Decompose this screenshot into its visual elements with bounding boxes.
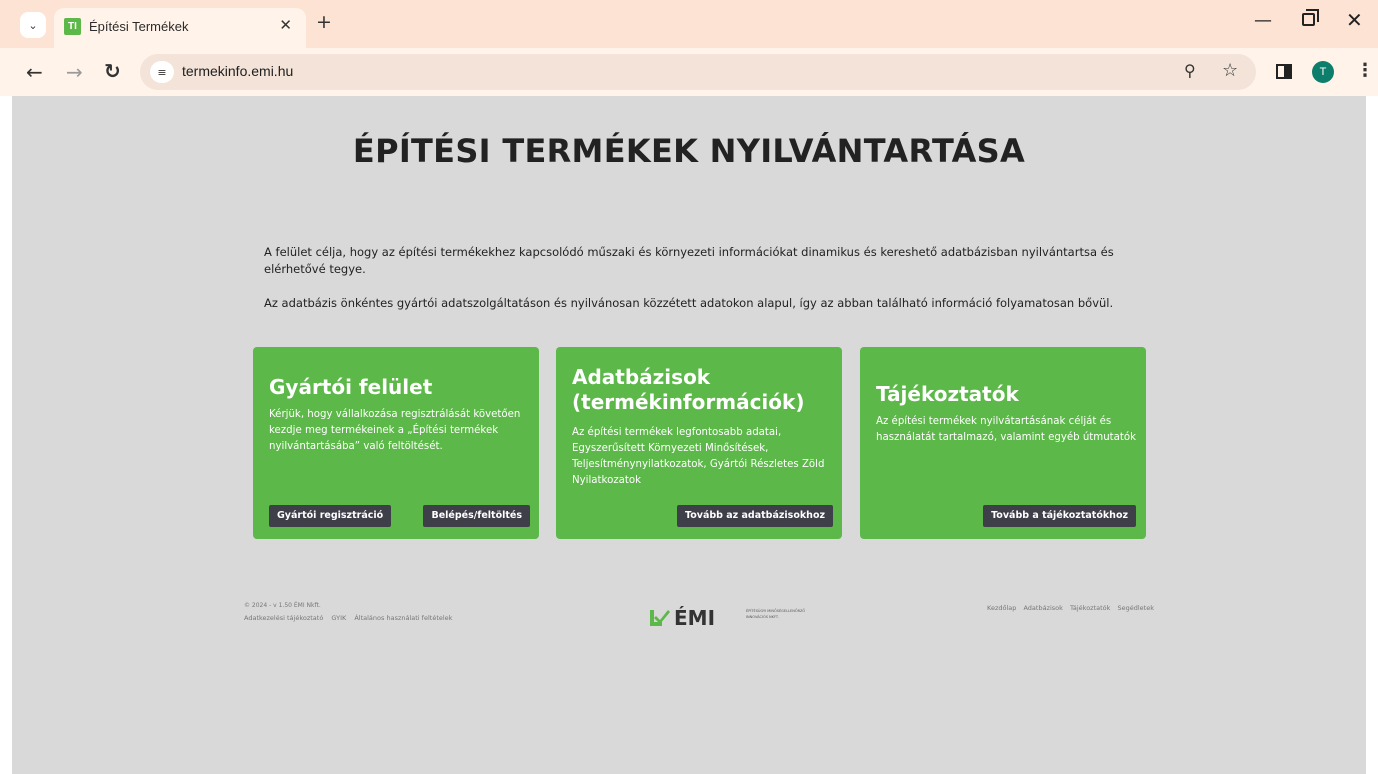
footer-link-databases[interactable]: Adatbázisok xyxy=(1023,604,1062,612)
page-content: ÉPÍTÉSI TERMÉKEK NYILVÁNTARTÁSA A felüle… xyxy=(12,96,1366,774)
avatar[interactable]: T xyxy=(1312,61,1334,83)
minimize-icon[interactable]: — xyxy=(1254,10,1272,31)
zoom-icon[interactable]: ⚲ xyxy=(1184,61,1196,80)
url-text[interactable]: termekinfo.emi.hu xyxy=(182,63,293,79)
footer-link-faq[interactable]: GYIK xyxy=(331,614,346,622)
footer-link-home[interactable]: Kezdőlap xyxy=(987,604,1016,612)
footer-link-resources[interactable]: Segédletek xyxy=(1118,604,1155,612)
footer-links-right: Kezdőlap Adatbázisok Tájékoztatók Segédl… xyxy=(982,604,1154,612)
logo-subtext: ÉPÍTÉSÜGYI MINŐSÉGELLENŐRZŐ INNOVÁCIÓS N… xyxy=(746,609,806,619)
footer-link-guides[interactable]: Tájékoztatók xyxy=(1070,604,1110,612)
site-info-icon[interactable]: ≡ xyxy=(150,61,174,83)
page-title: ÉPÍTÉSI TERMÉKEK NYILVÁNTARTÁSA xyxy=(352,132,1026,170)
footer-link-privacy[interactable]: Adatkezelési tájékoztató xyxy=(244,614,323,622)
card-title: Adatbázisok (termékinformációk) xyxy=(572,365,805,414)
intro-paragraph-purpose: A felület célja, hogy az építési terméke… xyxy=(264,245,1114,276)
card-title: Tájékoztatók xyxy=(876,382,1019,406)
star-icon[interactable]: ☆ xyxy=(1222,60,1238,81)
browser-tab[interactable]: TI Építési Termékek ✕ xyxy=(54,8,306,48)
emi-logo: ÉMI ÉPÍTÉSÜGYI MINŐSÉGELLENŐRZŐ INNOVÁCI… xyxy=(648,606,805,632)
side-panel-icon[interactable] xyxy=(1276,64,1292,79)
window-close-icon[interactable]: ✕ xyxy=(1346,10,1363,30)
copyright-text: © 2024 - v 1.50 ÉMI Nkft. xyxy=(244,602,321,609)
go-to-databases-button[interactable]: Tovább az adatbázisokhoz xyxy=(677,505,833,527)
card-guides: Tájékoztatók Az építési termékek nyilvát… xyxy=(860,347,1146,539)
address-bar[interactable]: ≡ termekinfo.emi.hu ⚲ ☆ xyxy=(140,54,1256,90)
manufacturer-registration-button[interactable]: Gyártói regisztráció xyxy=(269,505,392,527)
tab-list-icon[interactable]: ⌄ xyxy=(20,12,46,38)
card-title: Gyártói felület xyxy=(269,375,433,399)
browser-toolbar: ← → ↻ ≡ termekinfo.emi.hu ⚲ ☆ T ⋮ xyxy=(0,48,1378,96)
footer-link-terms[interactable]: Általános használati feltételek xyxy=(354,614,452,622)
tab-favicon: TI xyxy=(64,18,81,35)
login-upload-button[interactable]: Belépés/feltöltés xyxy=(423,505,530,527)
logo-wordmark: ÉMI xyxy=(674,606,715,628)
browser-tab-bar: ⌄ TI Építési Termékek ✕ + — ✕ xyxy=(0,0,1378,48)
close-icon[interactable]: ✕ xyxy=(279,16,292,34)
card-text: Kérjük, hogy vállalkozása regisztrálását… xyxy=(269,409,521,452)
intro-paragraph-source: Az adatbázis önkéntes gyártói adatszolgá… xyxy=(264,296,1114,310)
plus-icon[interactable]: + xyxy=(316,12,332,32)
card-text: Az építési termékek legfontosabb adatai,… xyxy=(572,427,825,486)
tab-title: Építési Termékek xyxy=(89,19,189,34)
card-text: Az építési termékek nyilvátartásának cél… xyxy=(876,416,1137,443)
footer-links-left: Adatkezelési tájékoztató GYIK Általános … xyxy=(244,614,458,622)
go-to-guides-button[interactable]: Tovább a tájékoztatókhoz xyxy=(983,505,1136,527)
menu-icon[interactable]: ⋮ xyxy=(1356,60,1374,81)
emi-logo-mark: ÉMI xyxy=(650,606,715,630)
card-manufacturer: Gyártói felület Kérjük, hogy vállalkozás… xyxy=(253,347,539,539)
back-icon[interactable]: ← xyxy=(26,60,43,84)
reload-icon[interactable]: ↻ xyxy=(104,59,121,83)
card-databases: Adatbázisok (termékinformációk) Az építé… xyxy=(556,347,842,539)
restore-icon[interactable] xyxy=(1302,9,1319,26)
forward-icon[interactable]: → xyxy=(66,60,83,84)
